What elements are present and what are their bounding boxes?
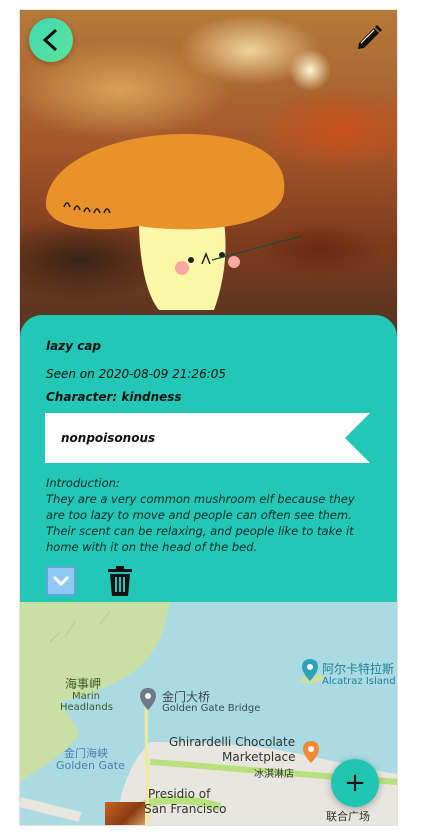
hero-photo [20, 10, 397, 350]
introduction-text: They are a very common mushroom elf beca… [46, 492, 355, 554]
map-label: 冰淇淋店 [254, 769, 294, 780]
photo-thumbnail[interactable] [105, 802, 145, 825]
map-label: San Francisco [144, 802, 227, 816]
trash-icon [108, 566, 132, 596]
map-label: Marin [72, 691, 100, 702]
map-label: Alcatraz Island [322, 676, 396, 687]
map-label: 阿尔卡特拉斯 [322, 662, 395, 676]
map-label: 联合广场 [326, 810, 370, 823]
character-trait: Character: kindness [46, 390, 182, 404]
introduction: Introduction: They are a very common mus… [46, 475, 366, 555]
back-button[interactable] [29, 18, 73, 62]
map-label: Headlands [60, 702, 113, 713]
plus-icon: + [344, 768, 366, 798]
seen-timestamp: Seen on 2020-08-09 21:26:05 [46, 367, 227, 381]
map-pin-icon [303, 741, 319, 763]
introduction-label: Introduction: [46, 476, 120, 490]
add-button[interactable]: + [331, 759, 379, 807]
mushroom-name: lazy cap [46, 339, 101, 353]
map-label: Presidio of [148, 787, 211, 801]
pencil-icon [358, 25, 382, 49]
mushroom-illustration [45, 134, 303, 310]
edit-button[interactable] [353, 22, 385, 54]
chevron-down-icon [52, 575, 70, 587]
map-label: Golden Gate Bridge [162, 703, 261, 714]
expand-button[interactable] [46, 566, 76, 596]
map-pin-icon [140, 688, 156, 710]
map-pin-icon [302, 659, 318, 681]
delete-button[interactable] [105, 565, 135, 597]
phone-screen: lazy cap Seen on 2020-08-09 21:26:05 Cha… [20, 10, 397, 825]
toxicity-ribbon: nonpoisonous [45, 413, 370, 463]
map-label: Golden Gate [56, 759, 125, 772]
chevron-left-icon [42, 28, 58, 52]
map-label: Marketplace [222, 750, 296, 764]
detail-card: lazy cap Seen on 2020-08-09 21:26:05 Cha… [20, 315, 397, 607]
map-label: Ghirardelli Chocolate [169, 735, 296, 749]
map-label: 海事岬 [65, 677, 102, 691]
toxicity-label: nonpoisonous [61, 431, 156, 445]
